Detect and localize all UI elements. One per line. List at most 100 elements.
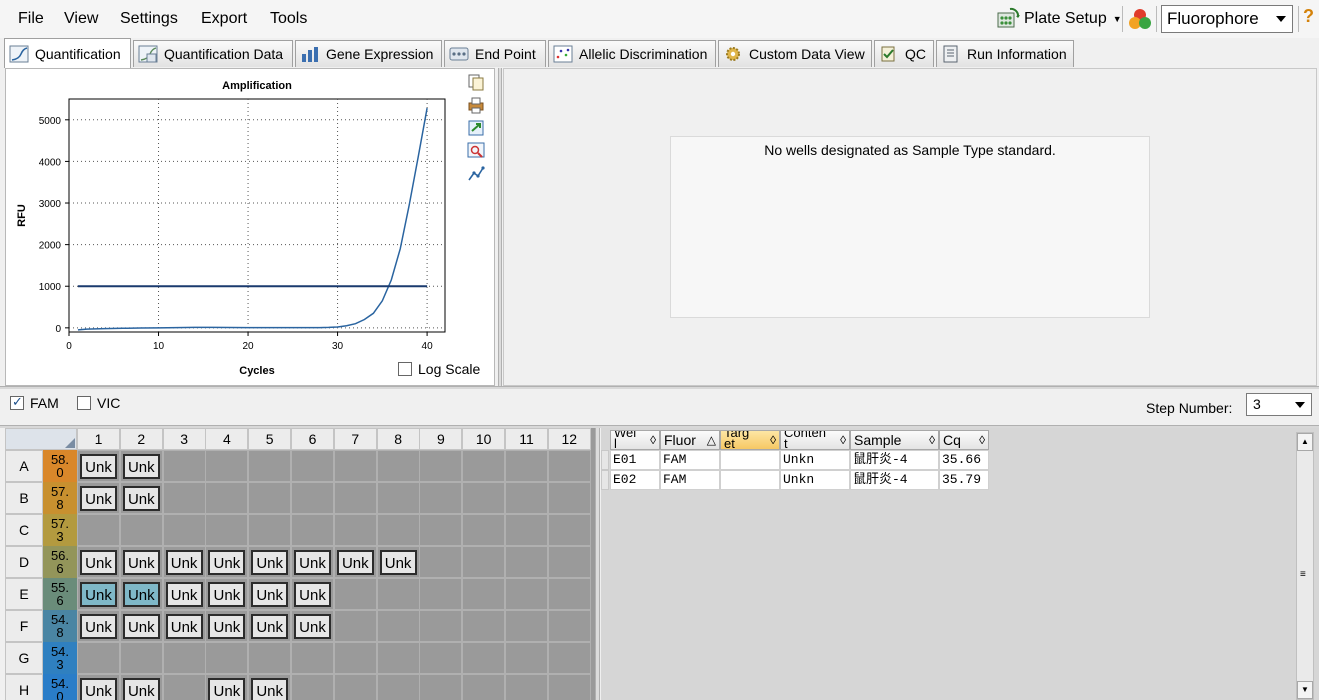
tab-allelic-discrimination[interactable]: Allelic Discrimination <box>548 40 716 67</box>
vic-checkbox[interactable]: VIC <box>77 395 120 411</box>
well-C9[interactable] <box>419 514 463 546</box>
well-E3[interactable]: Unk <box>162 578 206 610</box>
well-F5[interactable]: Unk <box>248 610 292 642</box>
view-select[interactable]: Fluorophore <box>1161 5 1293 33</box>
well-A12[interactable] <box>547 450 591 482</box>
column-header-1[interactable]: 1 <box>77 428 120 450</box>
well-G3[interactable] <box>162 642 206 674</box>
scroll-up-icon[interactable]: ▲ <box>1297 433 1313 451</box>
well-E9[interactable] <box>419 578 463 610</box>
well-B5[interactable] <box>248 482 292 514</box>
well-A10[interactable] <box>462 450 506 482</box>
well-F9[interactable] <box>419 610 463 642</box>
well-B4[interactable] <box>205 482 249 514</box>
well-F1[interactable]: Unk <box>77 610 120 642</box>
row-header-d[interactable]: D <box>5 546 43 578</box>
menu-settings[interactable]: Settings <box>120 10 178 28</box>
well-C10[interactable] <box>462 514 506 546</box>
well-F4[interactable]: Unk <box>205 610 249 642</box>
scroll-grip-icon[interactable]: ≡ <box>1300 569 1306 580</box>
well-D2[interactable]: Unk <box>119 546 163 578</box>
well-A6[interactable] <box>291 450 334 482</box>
column-header-7[interactable]: 7 <box>333 428 377 450</box>
column-header-5[interactable]: 5 <box>248 428 292 450</box>
well-F2[interactable]: Unk <box>119 610 163 642</box>
well-C1[interactable] <box>77 514 120 546</box>
zoom-icon[interactable] <box>467 142 485 160</box>
plate-setup-button[interactable]: Plate Setup ▼ <box>996 5 1122 33</box>
column-header[interactable]: Targ et ◊ <box>720 430 780 450</box>
well-E6[interactable]: Unk <box>291 578 334 610</box>
well-B2[interactable]: Unk <box>119 482 163 514</box>
well-F8[interactable] <box>376 610 420 642</box>
well-G8[interactable] <box>376 642 420 674</box>
well-A5[interactable] <box>248 450 292 482</box>
help-icon[interactable]: ? <box>1303 6 1314 27</box>
well-G4[interactable] <box>205 642 249 674</box>
well-D9[interactable] <box>419 546 463 578</box>
well-H11[interactable] <box>505 674 548 700</box>
tab-end-point[interactable]: End Point <box>444 40 546 67</box>
well-B6[interactable] <box>291 482 334 514</box>
tab-quantification[interactable]: Quantification <box>4 38 131 68</box>
chart-options-icon[interactable] <box>467 165 485 183</box>
well-H9[interactable] <box>419 674 463 700</box>
well-E2[interactable]: Unk <box>119 578 163 610</box>
well-C8[interactable] <box>376 514 420 546</box>
well-G6[interactable] <box>291 642 334 674</box>
well-D12[interactable] <box>547 546 591 578</box>
checkbox-icon[interactable] <box>77 396 91 410</box>
well-H6[interactable] <box>291 674 334 700</box>
panel-splitter[interactable] <box>498 68 502 386</box>
well-G2[interactable] <box>119 642 163 674</box>
step-number-select[interactable]: 3 <box>1246 393 1312 416</box>
well-D5[interactable]: Unk <box>248 546 292 578</box>
well-E12[interactable] <box>547 578 591 610</box>
print-icon[interactable] <box>467 96 485 114</box>
well-H4[interactable]: Unk <box>205 674 249 700</box>
select-all-corner[interactable] <box>5 428 77 450</box>
well-F10[interactable] <box>462 610 506 642</box>
scroll-down-icon[interactable]: ▼ <box>1297 681 1313 699</box>
copy-icon[interactable] <box>467 73 485 91</box>
column-header[interactable]: Sample ◊ <box>850 430 939 450</box>
well-H10[interactable] <box>462 674 506 700</box>
well-A1[interactable]: Unk <box>77 450 120 482</box>
log-scale-checkbox[interactable]: Log Scale <box>398 361 480 377</box>
well-D8[interactable]: Unk <box>376 546 420 578</box>
well-H12[interactable] <box>547 674 591 700</box>
well-B7[interactable] <box>333 482 377 514</box>
well-F7[interactable] <box>333 610 377 642</box>
well-B1[interactable]: Unk <box>77 482 120 514</box>
well-D11[interactable] <box>505 546 548 578</box>
row-header-e[interactable]: E <box>5 578 43 610</box>
table-scrollbar[interactable]: ▲ ≡ ▼ <box>1296 432 1314 700</box>
column-header-3[interactable]: 3 <box>162 428 206 450</box>
column-header-2[interactable]: 2 <box>119 428 163 450</box>
column-header-10[interactable]: 10 <box>462 428 506 450</box>
column-header[interactable]: Wel l ◊ <box>610 430 660 450</box>
checkbox-checked-icon[interactable] <box>10 394 24 410</box>
well-H1[interactable]: Unk <box>77 674 120 700</box>
well-A9[interactable] <box>419 450 463 482</box>
well-C7[interactable] <box>333 514 377 546</box>
well-E1[interactable]: Unk <box>77 578 120 610</box>
row-stub[interactable] <box>601 470 609 490</box>
column-header[interactable]: Fluor △ <box>660 430 720 450</box>
well-E10[interactable] <box>462 578 506 610</box>
well-D1[interactable]: Unk <box>77 546 120 578</box>
well-C4[interactable] <box>205 514 249 546</box>
column-header-4[interactable]: 4 <box>205 428 249 450</box>
well-C12[interactable] <box>547 514 591 546</box>
well-G10[interactable] <box>462 642 506 674</box>
well-D7[interactable]: Unk <box>333 546 377 578</box>
tab-gene-expression[interactable]: Gene Expression <box>295 40 442 67</box>
well-E8[interactable] <box>376 578 420 610</box>
well-C11[interactable] <box>505 514 548 546</box>
well-G1[interactable] <box>77 642 120 674</box>
menu-view[interactable]: View <box>64 10 98 28</box>
menu-export[interactable]: Export <box>201 10 247 28</box>
well-G12[interactable] <box>547 642 591 674</box>
well-H3[interactable] <box>162 674 206 700</box>
well-H7[interactable] <box>333 674 377 700</box>
